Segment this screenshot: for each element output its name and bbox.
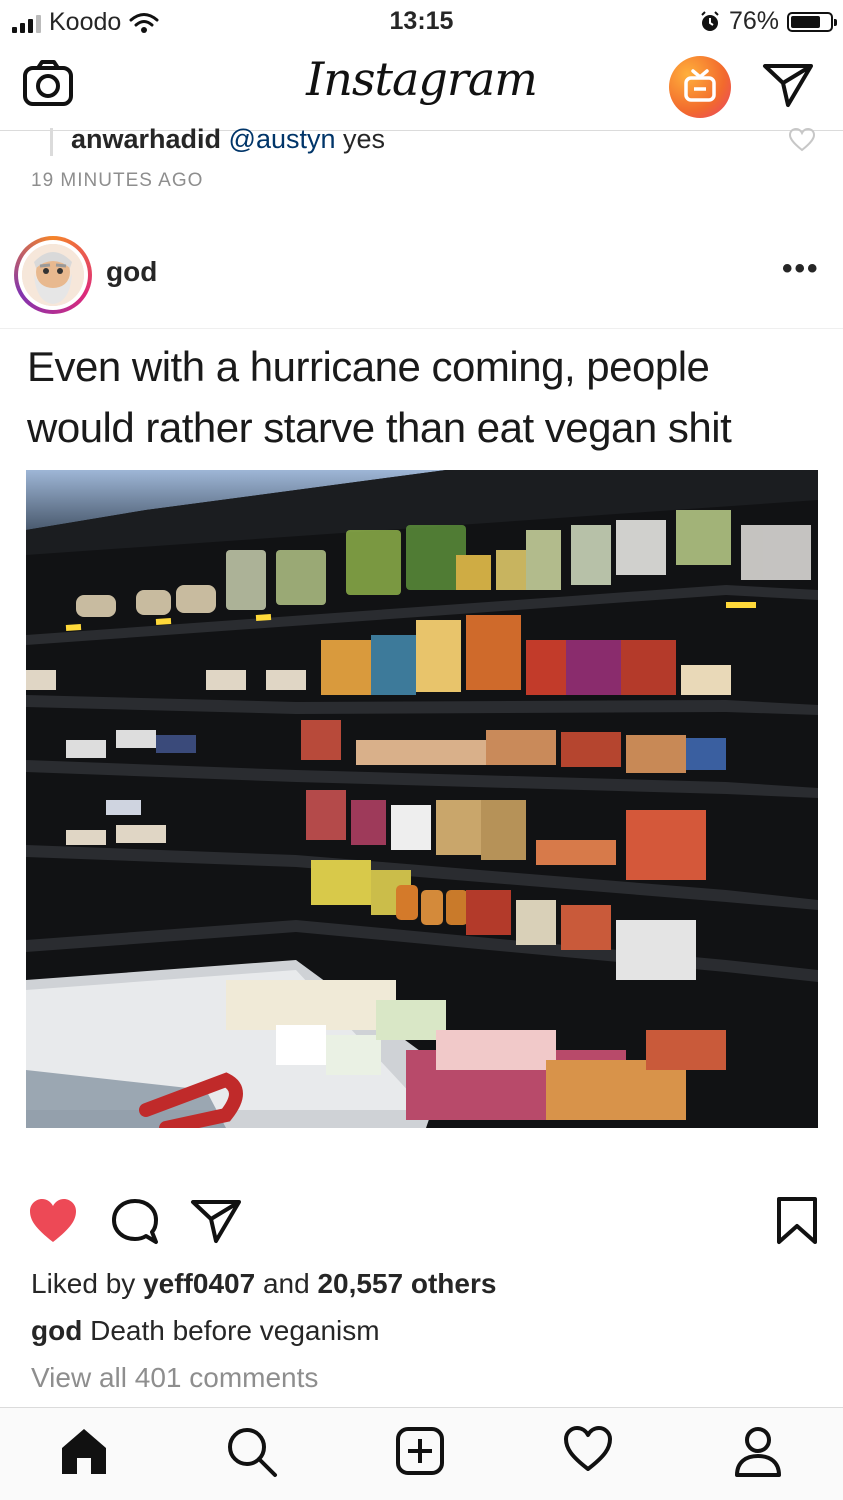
battery-icon	[787, 11, 837, 32]
post-header: god •••	[0, 232, 843, 329]
post-username[interactable]: god	[106, 256, 157, 288]
status-right: 76%	[699, 7, 837, 36]
caption-line: god Death before veganism	[31, 1315, 380, 1347]
caption-username[interactable]: god	[31, 1315, 82, 1346]
top-nav-bar: Instagram	[0, 44, 843, 131]
caption-text: Death before veganism	[90, 1315, 380, 1346]
direct-send-icon[interactable]	[762, 62, 814, 108]
add-post-icon[interactable]	[395, 1426, 445, 1476]
avatar-icon	[22, 244, 84, 306]
comment-mention[interactable]: @austyn	[229, 128, 336, 154]
heart-outline-icon[interactable]	[788, 128, 816, 152]
alarm-icon	[701, 10, 719, 31]
liked-by-user[interactable]: yeff0407	[143, 1268, 255, 1299]
bottom-tab-bar	[0, 1407, 843, 1500]
igtv-icon[interactable]	[669, 56, 731, 118]
previous-comment: anwarhadid @austyn yes	[50, 128, 385, 156]
home-icon[interactable]	[59, 1426, 109, 1476]
comment-icon[interactable]	[110, 1198, 160, 1246]
likes-count[interactable]: 20,557 others	[317, 1268, 496, 1299]
post-image-caption: Even with a hurricane coming, people wou…	[27, 343, 732, 451]
comment-timestamp: 19 MINUTES AGO	[31, 170, 204, 191]
comment-username[interactable]: anwarhadid	[71, 128, 221, 154]
activity-heart-icon[interactable]	[563, 1426, 613, 1472]
comment-text: yes	[343, 128, 386, 154]
share-icon[interactable]	[190, 1198, 242, 1244]
search-icon[interactable]	[226, 1426, 278, 1478]
photo-shelf[interactable]	[26, 470, 818, 1128]
battery-percent: 76%	[728, 7, 779, 35]
post-actions	[0, 1190, 843, 1250]
bookmark-icon[interactable]	[776, 1196, 818, 1246]
heart-filled-icon[interactable]	[28, 1198, 78, 1244]
liked-by-and: and	[262, 1268, 310, 1299]
status-bar: Koodo 13:15 76%	[0, 0, 843, 44]
likes-line: Liked by yeff0407 and 20,557 others	[31, 1268, 496, 1300]
more-options-icon[interactable]: •••	[782, 252, 820, 286]
liked-by-prefix: Liked by	[31, 1268, 136, 1299]
view-all-comments-link[interactable]: View all 401 comments	[31, 1362, 318, 1394]
profile-icon[interactable]	[733, 1426, 783, 1478]
avatar[interactable]	[14, 236, 92, 314]
